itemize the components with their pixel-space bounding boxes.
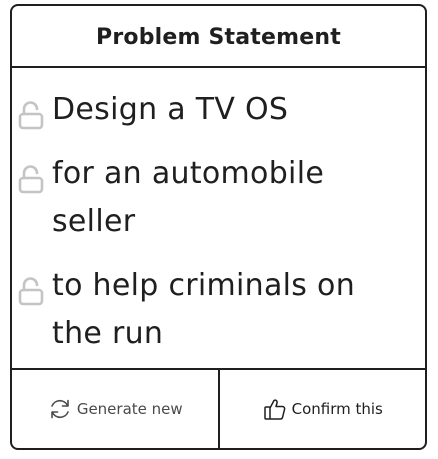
generate-new-button[interactable]: Generate new bbox=[12, 370, 220, 448]
refresh-icon bbox=[47, 396, 73, 422]
card-header: Problem Statement bbox=[12, 6, 425, 68]
unlocked-padlock-icon[interactable] bbox=[18, 100, 44, 130]
problem-statement-card: Problem Statement Design a TV OS for an … bbox=[10, 4, 427, 450]
unlocked-padlock-icon[interactable] bbox=[18, 276, 44, 306]
statement-line-text: to help criminals on the run bbox=[52, 268, 356, 351]
thumbs-up-icon bbox=[262, 396, 288, 422]
confirm-this-button[interactable]: Confirm this bbox=[220, 370, 426, 448]
generate-new-label: Generate new bbox=[76, 400, 183, 418]
card-footer: Generate new Confirm this bbox=[12, 368, 425, 448]
statement-line-text: Design a TV OS bbox=[52, 92, 289, 127]
statement-line-text: for an automobile seller bbox=[52, 156, 325, 239]
confirm-this-label: Confirm this bbox=[291, 400, 383, 418]
card-title: Problem Statement bbox=[96, 24, 341, 50]
statement-lines: Design a TV OS for an automobile seller … bbox=[12, 68, 425, 374]
unlocked-padlock-icon[interactable] bbox=[18, 164, 44, 194]
